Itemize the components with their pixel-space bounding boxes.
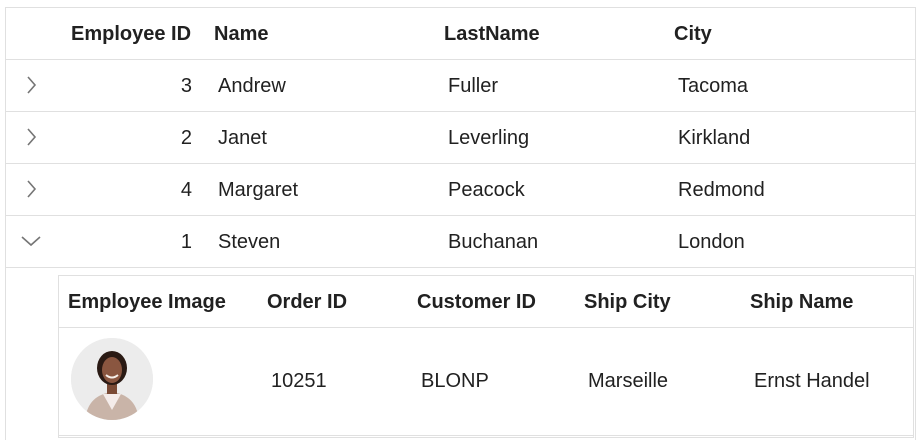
cell-city: Kirkland: [678, 127, 751, 149]
header-last-name[interactable]: LastName: [444, 8, 540, 60]
cell-employee-id: 2: [180, 127, 192, 149]
header-employee-id[interactable]: Employee ID: [71, 8, 191, 60]
table-row-expanded[interactable]: 1 Steven Buchanan London: [6, 216, 915, 268]
grid-header: Employee ID Name LastName City: [6, 8, 915, 60]
cell-last-name: Peacock: [448, 179, 525, 201]
cell-name: Andrew: [218, 75, 286, 97]
header-employee-image[interactable]: Employee Image: [68, 276, 226, 328]
detail-grid: Employee Image Order ID Customer ID Ship…: [58, 275, 914, 438]
cell-city: Tacoma: [678, 75, 749, 97]
header-ship-city[interactable]: Ship City: [584, 276, 671, 328]
cell-order-id: 10251: [271, 370, 327, 392]
cell-customer-id: BLONP: [421, 370, 489, 392]
chevron-down-icon[interactable]: [20, 230, 42, 252]
chevron-right-icon[interactable]: [20, 74, 42, 96]
header-city[interactable]: City: [674, 8, 712, 60]
detail-table-row[interactable]: 10251 BLONP Marseille Ernst Handel: [59, 328, 913, 436]
cell-last-name: Fuller: [448, 75, 499, 97]
chevron-right-icon[interactable]: [20, 178, 42, 200]
cell-name: Steven: [218, 231, 281, 253]
cell-name: Margaret: [218, 179, 299, 201]
cell-employee-id: 4: [180, 179, 192, 201]
cell-city: London: [678, 231, 745, 253]
cell-last-name: Leverling: [448, 127, 530, 149]
header-name[interactable]: Name: [214, 8, 268, 60]
header-customer-id[interactable]: Customer ID: [417, 276, 536, 328]
cell-last-name: Buchanan: [448, 231, 539, 253]
employee-grid: Employee ID Name LastName City 3 Andrew …: [5, 7, 916, 440]
header-ship-name[interactable]: Ship Name: [750, 276, 853, 328]
cell-employee-id: 3: [180, 75, 192, 97]
cell-employee-id: 1: [180, 231, 192, 253]
cell-city: Redmond: [678, 179, 765, 201]
employee-photo: [71, 338, 153, 420]
table-row[interactable]: 3 Andrew Fuller Tacoma: [6, 60, 915, 112]
cell-ship-city: Marseille: [588, 370, 669, 392]
chevron-right-icon[interactable]: [20, 126, 42, 148]
cell-ship-name: Ernst Handel: [754, 370, 870, 392]
table-row[interactable]: 4 Margaret Peacock Redmond: [6, 164, 915, 216]
table-row[interactable]: 2 Janet Leverling Kirkland: [6, 112, 915, 164]
header-order-id[interactable]: Order ID: [267, 276, 347, 328]
detail-grid-header: Employee Image Order ID Customer ID Ship…: [59, 276, 913, 328]
cell-name: Janet: [218, 127, 267, 149]
